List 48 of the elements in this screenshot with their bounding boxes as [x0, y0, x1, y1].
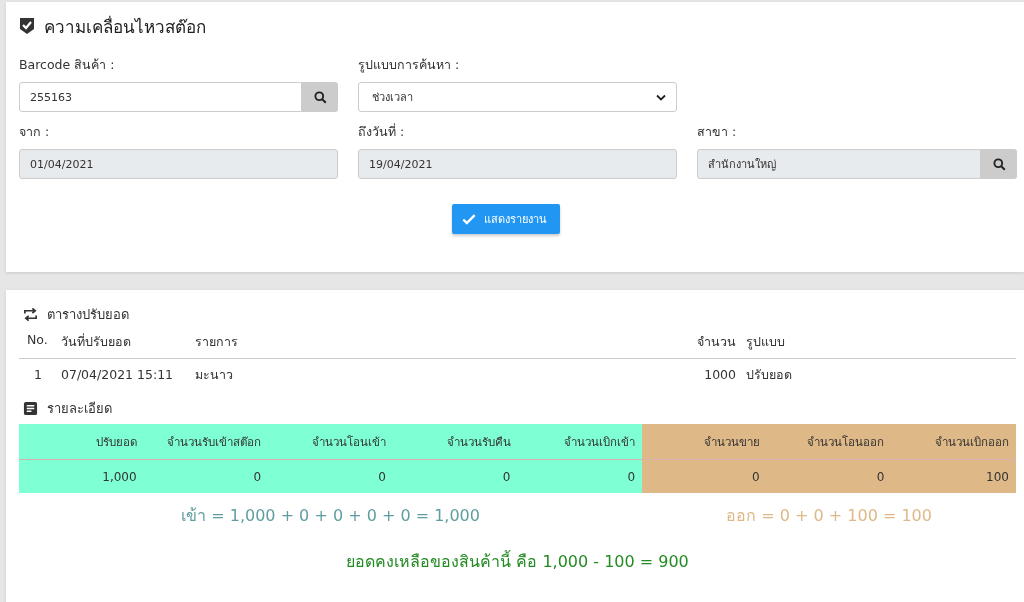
column-header: จำนวนขาย	[642, 424, 767, 460]
column-header: วันที่ปรับยอด	[61, 332, 132, 351]
balance-summary: ยอดคงเหลือของสินค้านี้ คือ 1,000 - 100 = 900	[345, 549, 690, 573]
table-cell-text: 1	[33, 367, 43, 382]
table-cell: 0	[143, 460, 269, 493]
column-header: จำนวนเบิกออก	[891, 424, 1016, 460]
column-header: จำนวน	[696, 333, 737, 351]
section-title: ตารางปรับยอด	[47, 305, 129, 324]
table-cell-text: มะนาว	[195, 365, 234, 384]
shield-check-icon	[19, 17, 35, 35]
table-cell: 0	[392, 460, 518, 493]
column-header: จำนวนเบิกเข้า	[517, 424, 643, 460]
table-cell: 0	[642, 460, 767, 493]
column-header: รายการ	[195, 333, 239, 351]
search-button[interactable]	[981, 149, 1017, 179]
column-header: ปรับยอด	[19, 424, 144, 460]
in-formula: เข้า = 1,000 + 0 + 0 + 0 + 0 = 1,000	[180, 505, 481, 527]
table-cell: 0	[517, 460, 643, 493]
field-label: รูปแบบการค้นหา :	[358, 56, 461, 73]
swap-arrows-icon	[23, 306, 38, 322]
table-cell-text: ปรับยอด	[746, 365, 793, 384]
chevron-down-icon	[656, 93, 666, 101]
search-button[interactable]	[302, 82, 338, 112]
barcode-input[interactable]: 255163	[19, 82, 302, 112]
table-cell: 0	[766, 460, 892, 493]
column-header: จำนวนรับเข้าสต๊อก	[143, 424, 269, 460]
table-cell: 100	[891, 460, 1016, 493]
table-cell-text: 07/04/2021 15:11	[61, 367, 175, 382]
search-icon	[313, 90, 327, 104]
field-label: สาขา :	[697, 123, 738, 140]
table-cell-text: 1000	[703, 367, 737, 382]
search-mode-select[interactable]: ช่วงเวลา	[358, 82, 677, 112]
field-label: ถึงวันที่ :	[358, 122, 406, 140]
column-header: จำนวนรับคืน	[392, 424, 518, 460]
column-header: จำนวนโอนออก	[766, 424, 892, 460]
check-icon	[462, 213, 476, 225]
field-label: จาก :	[19, 123, 51, 140]
section-title: รายละเอียด	[47, 399, 112, 418]
field-label: Barcode สินค้า :	[19, 56, 116, 73]
table-cell: 0	[268, 460, 393, 493]
column-header: No.	[26, 332, 49, 347]
out-formula: ออก = 0 + 0 + 100 = 100	[725, 505, 933, 527]
column-header: รูปแบบ	[746, 333, 786, 352]
table-cell: 1,000	[19, 460, 144, 493]
document-icon	[23, 400, 38, 416]
search-icon	[992, 157, 1006, 171]
page-title: ความเคลื่อนไหวสต๊อก	[44, 14, 206, 39]
column-header: จำนวนโอนเข้า	[268, 424, 393, 460]
